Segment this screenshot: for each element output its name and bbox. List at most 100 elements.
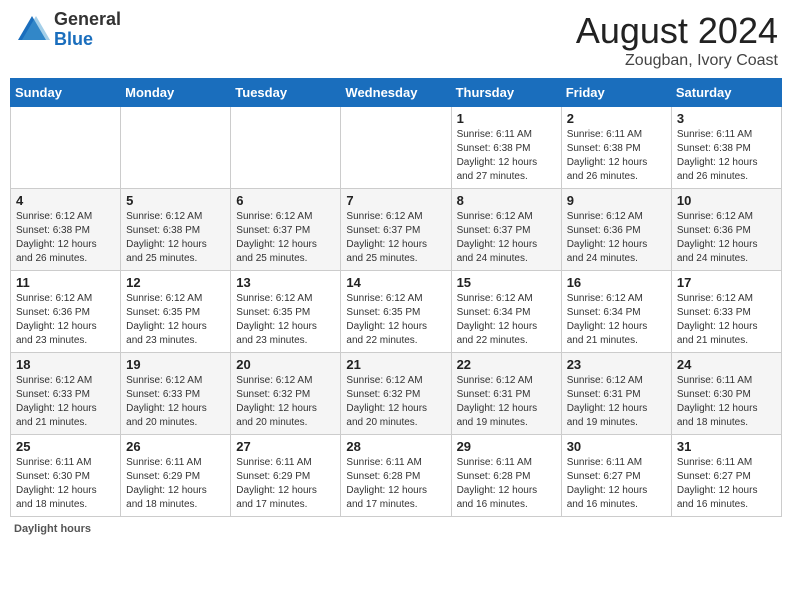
calendar-cell: 20 Sunrise: 6:12 AM Sunset: 6:32 PM Dayli…: [231, 353, 341, 435]
days-of-week-row: SundayMondayTuesdayWednesdayThursdayFrid…: [11, 79, 782, 107]
day-number: 11: [16, 275, 115, 290]
calendar-cell: 21 Sunrise: 6:12 AM Sunset: 6:32 PM Dayli…: [341, 353, 451, 435]
day-info: Sunrise: 6:12 AM Sunset: 6:37 PM Dayligh…: [236, 210, 335, 266]
location-subtitle: Zougban, Ivory Coast: [576, 52, 778, 70]
day-info: Sunrise: 6:12 AM Sunset: 6:36 PM Dayligh…: [16, 292, 115, 348]
day-number: 3: [677, 111, 776, 126]
day-number: 12: [126, 275, 225, 290]
calendar-cell: 15 Sunrise: 6:12 AM Sunset: 6:34 PM Dayli…: [451, 271, 561, 353]
day-number: 27: [236, 439, 335, 454]
page-header: General Blue August 2024 Zougban, Ivory …: [10, 10, 782, 70]
calendar-cell: 5 Sunrise: 6:12 AM Sunset: 6:38 PM Daylig…: [121, 189, 231, 271]
calendar-cell: 7 Sunrise: 6:12 AM Sunset: 6:37 PM Daylig…: [341, 189, 451, 271]
calendar-cell: 2 Sunrise: 6:11 AM Sunset: 6:38 PM Daylig…: [561, 107, 671, 189]
day-info: Sunrise: 6:12 AM Sunset: 6:32 PM Dayligh…: [236, 374, 335, 430]
day-info: Sunrise: 6:12 AM Sunset: 6:36 PM Dayligh…: [677, 210, 776, 266]
calendar-cell: [341, 107, 451, 189]
day-of-week-header: Friday: [561, 79, 671, 107]
calendar-cell: 22 Sunrise: 6:12 AM Sunset: 6:31 PM Dayli…: [451, 353, 561, 435]
calendar-cell: 10 Sunrise: 6:12 AM Sunset: 6:36 PM Dayli…: [671, 189, 781, 271]
calendar-cell: 4 Sunrise: 6:12 AM Sunset: 6:38 PM Daylig…: [11, 189, 121, 271]
logo-blue-text: Blue: [54, 30, 121, 50]
calendar-cell: 18Sunrise: 6:12 AM Sunset: 6:33 PM Dayli…: [11, 353, 121, 435]
day-number: 23: [567, 357, 666, 372]
calendar-cell: 19Sunrise: 6:12 AM Sunset: 6:33 PM Dayli…: [121, 353, 231, 435]
day-number: 30: [567, 439, 666, 454]
calendar-cell: 16 Sunrise: 6:12 AM Sunset: 6:34 PM Dayli…: [561, 271, 671, 353]
calendar-cell: 6Sunrise: 6:12 AM Sunset: 6:37 PM Daylig…: [231, 189, 341, 271]
calendar-cell: 13 Sunrise: 6:12 AM Sunset: 6:35 PM Dayli…: [231, 271, 341, 353]
calendar-body: 1 Sunrise: 6:11 AM Sunset: 6:38 PM Daylig…: [11, 107, 782, 517]
day-of-week-header: Saturday: [671, 79, 781, 107]
title-area: August 2024 Zougban, Ivory Coast: [576, 10, 778, 70]
calendar-cell: 31Sunrise: 6:11 AM Sunset: 6:27 PM Dayli…: [671, 435, 781, 517]
day-number: 7: [346, 193, 445, 208]
day-number: 10: [677, 193, 776, 208]
day-info: Sunrise: 6:12 AM Sunset: 6:35 PM Dayligh…: [236, 292, 335, 348]
day-number: 26: [126, 439, 225, 454]
day-number: 19: [126, 357, 225, 372]
day-number: 24: [677, 357, 776, 372]
logo-general-text: General: [54, 10, 121, 30]
day-number: 15: [457, 275, 556, 290]
day-info: Sunrise: 6:12 AM Sunset: 6:31 PM Dayligh…: [457, 374, 556, 430]
calendar-week-row: 4 Sunrise: 6:12 AM Sunset: 6:38 PM Daylig…: [11, 189, 782, 271]
day-number: 1: [457, 111, 556, 126]
day-number: 13: [236, 275, 335, 290]
day-info: Sunrise: 6:12 AM Sunset: 6:34 PM Dayligh…: [567, 292, 666, 348]
day-info: Sunrise: 6:11 AM Sunset: 6:30 PM Dayligh…: [16, 456, 115, 512]
day-number: 21: [346, 357, 445, 372]
calendar-cell: 9 Sunrise: 6:12 AM Sunset: 6:36 PM Daylig…: [561, 189, 671, 271]
calendar-cell: [231, 107, 341, 189]
day-info: Sunrise: 6:12 AM Sunset: 6:38 PM Dayligh…: [126, 210, 225, 266]
day-info: Sunrise: 6:11 AM Sunset: 6:38 PM Dayligh…: [677, 128, 776, 184]
day-of-week-header: Tuesday: [231, 79, 341, 107]
calendar-cell: [11, 107, 121, 189]
day-number: 18: [16, 357, 115, 372]
day-info: Sunrise: 6:12 AM Sunset: 6:38 PM Dayligh…: [16, 210, 115, 266]
day-number: 5: [126, 193, 225, 208]
day-number: 22: [457, 357, 556, 372]
calendar-cell: 3 Sunrise: 6:11 AM Sunset: 6:38 PM Daylig…: [671, 107, 781, 189]
day-info: Sunrise: 6:12 AM Sunset: 6:34 PM Dayligh…: [457, 292, 556, 348]
day-number: 29: [457, 439, 556, 454]
day-of-week-header: Thursday: [451, 79, 561, 107]
month-year-title: August 2024: [576, 10, 778, 52]
day-info: Sunrise: 6:12 AM Sunset: 6:35 PM Dayligh…: [126, 292, 225, 348]
calendar-cell: 8 Sunrise: 6:12 AM Sunset: 6:37 PM Daylig…: [451, 189, 561, 271]
day-info: Sunrise: 6:12 AM Sunset: 6:32 PM Dayligh…: [346, 374, 445, 430]
day-info: Sunrise: 6:12 AM Sunset: 6:37 PM Dayligh…: [346, 210, 445, 266]
day-info: Sunrise: 6:11 AM Sunset: 6:30 PM Dayligh…: [677, 374, 776, 430]
day-info: Sunrise: 6:11 AM Sunset: 6:38 PM Dayligh…: [457, 128, 556, 184]
calendar-cell: 23 Sunrise: 6:12 AM Sunset: 6:31 PM Dayli…: [561, 353, 671, 435]
calendar-week-row: 25Sunrise: 6:11 AM Sunset: 6:30 PM Dayli…: [11, 435, 782, 517]
day-info: Sunrise: 6:12 AM Sunset: 6:31 PM Dayligh…: [567, 374, 666, 430]
calendar-week-row: 18Sunrise: 6:12 AM Sunset: 6:33 PM Dayli…: [11, 353, 782, 435]
day-of-week-header: Monday: [121, 79, 231, 107]
calendar-cell: 26Sunrise: 6:11 AM Sunset: 6:29 PM Dayli…: [121, 435, 231, 517]
footer-note: Daylight hours: [10, 523, 782, 535]
day-info: Sunrise: 6:12 AM Sunset: 6:33 PM Dayligh…: [677, 292, 776, 348]
calendar-cell: 27Sunrise: 6:11 AM Sunset: 6:29 PM Dayli…: [231, 435, 341, 517]
day-number: 4: [16, 193, 115, 208]
day-info: Sunrise: 6:11 AM Sunset: 6:38 PM Dayligh…: [567, 128, 666, 184]
day-number: 16: [567, 275, 666, 290]
calendar-cell: 12 Sunrise: 6:12 AM Sunset: 6:35 PM Dayli…: [121, 271, 231, 353]
day-info: Sunrise: 6:11 AM Sunset: 6:28 PM Dayligh…: [346, 456, 445, 512]
calendar-cell: [121, 107, 231, 189]
calendar-cell: 24 Sunrise: 6:11 AM Sunset: 6:30 PM Dayli…: [671, 353, 781, 435]
logo-icon: [14, 12, 50, 48]
calendar-header: SundayMondayTuesdayWednesdayThursdayFrid…: [11, 79, 782, 107]
day-info: Sunrise: 6:12 AM Sunset: 6:37 PM Dayligh…: [457, 210, 556, 266]
day-info: Sunrise: 6:11 AM Sunset: 6:28 PM Dayligh…: [457, 456, 556, 512]
day-number: 9: [567, 193, 666, 208]
day-of-week-header: Sunday: [11, 79, 121, 107]
calendar-cell: 25Sunrise: 6:11 AM Sunset: 6:30 PM Dayli…: [11, 435, 121, 517]
day-number: 20: [236, 357, 335, 372]
day-info: Sunrise: 6:12 AM Sunset: 6:36 PM Dayligh…: [567, 210, 666, 266]
day-number: 8: [457, 193, 556, 208]
day-number: 14: [346, 275, 445, 290]
day-number: 2: [567, 111, 666, 126]
calendar-cell: 17Sunrise: 6:12 AM Sunset: 6:33 PM Dayli…: [671, 271, 781, 353]
calendar-week-row: 11 Sunrise: 6:12 AM Sunset: 6:36 PM Dayli…: [11, 271, 782, 353]
